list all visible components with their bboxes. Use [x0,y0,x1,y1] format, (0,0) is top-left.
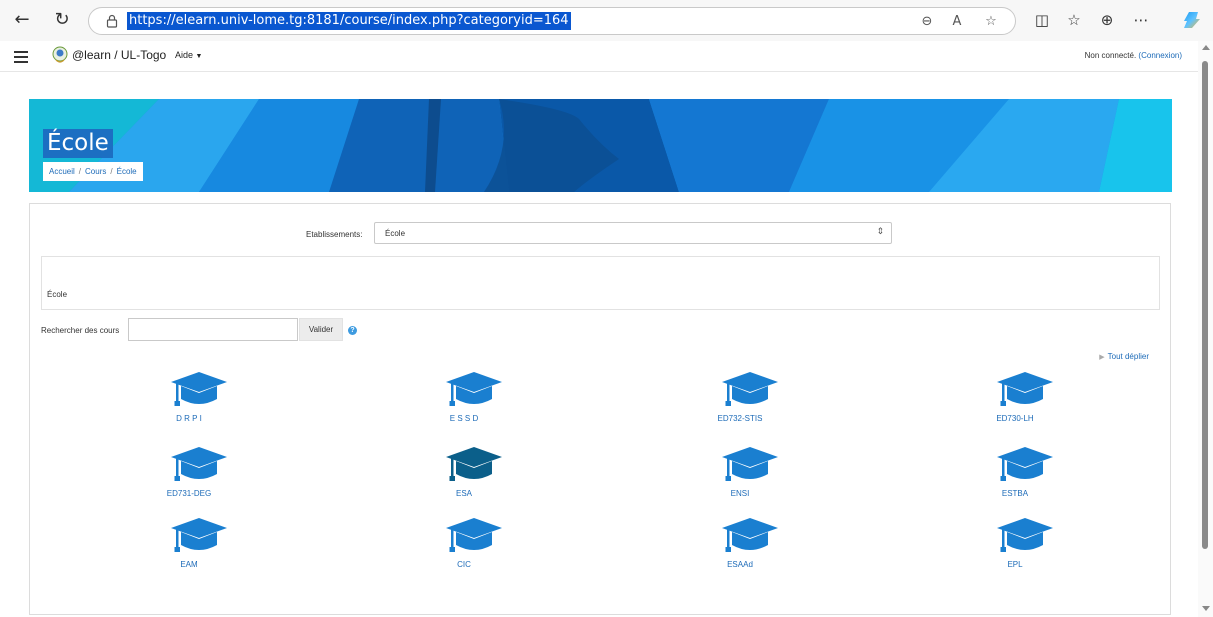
breadcrumb-home[interactable]: Accueil [49,167,75,176]
back-arrow-icon[interactable]: ← [10,8,34,32]
breadcrumb-separator: / [110,167,113,176]
address-bar[interactable]: https://elearn.univ-lome.tg:8181/course/… [88,7,1016,35]
login-status: Non connecté. (Connexion) [1084,51,1182,60]
category-link[interactable]: ESA [394,489,534,498]
category-link[interactable]: EPL [945,560,1085,569]
category-item[interactable]: EPL [945,515,1085,575]
read-aloud-icon[interactable]: A [948,13,966,31]
graduation-cap-icon[interactable] [995,515,1055,555]
site-navbar: @learn / UL-Togo Aide ▼ Non connecté. (C… [0,41,1198,72]
more-icon[interactable]: ⋯ [1130,9,1152,31]
copilot-icon[interactable] [1183,10,1203,30]
help-icon[interactable]: ? [348,326,357,335]
scroll-up-arrow-icon[interactable] [1202,45,1210,50]
graduation-cap-icon[interactable] [169,444,229,484]
page-header-banner: École Accueil / Cours / École [29,99,1172,192]
banner-background-image [29,99,1172,192]
zoom-out-icon[interactable]: ⊖ [918,13,936,31]
scroll-down-arrow-icon[interactable] [1202,606,1210,611]
category-link[interactable]: ED730-LH [945,414,1085,423]
site-brand[interactable]: @learn / UL-Togo [72,48,166,62]
collections-icon[interactable]: ⊕ [1096,9,1118,31]
category-description-text: École [47,290,68,299]
help-menu[interactable]: Aide ▼ [175,50,202,60]
url-text[interactable]: https://elearn.univ-lome.tg:8181/course/… [127,12,571,30]
graduation-cap-icon[interactable] [995,444,1055,484]
category-item[interactable]: EAM [119,515,259,575]
category-link[interactable]: ESTBA [945,489,1085,498]
graduation-cap-icon[interactable] [720,444,780,484]
course-search-label: Rechercher des cours [41,326,120,335]
category-link[interactable]: EAM [119,560,259,569]
browser-toolbar: ← ↻ https://elearn.univ-lome.tg:8181/cou… [0,0,1213,41]
category-select-value[interactable]: École [385,229,405,238]
graduation-cap-icon[interactable] [444,515,504,555]
scroll-thumb[interactable] [1202,61,1208,549]
select-arrows-icon[interactable]: ⇕ [876,227,884,237]
category-item[interactable]: ENSI [670,444,810,504]
category-link[interactable]: ED732-STIS [670,414,810,423]
graduation-cap-icon[interactable] [995,369,1055,409]
split-screen-icon[interactable]: ◫ [1031,9,1053,31]
category-select-label: Etablissements: [306,230,363,239]
menu-toggle-icon[interactable] [14,48,28,64]
category-item[interactable]: ED731-DEG [119,444,259,504]
favorite-star-icon[interactable]: ☆ [982,13,1000,31]
reload-icon[interactable]: ↻ [50,8,74,32]
page-title: École [43,129,113,158]
category-item[interactable]: ED732-STIS [670,369,810,429]
category-description: École [41,256,1160,310]
category-link[interactable]: ESAAd [670,560,810,569]
category-link[interactable]: E S S D [394,414,534,423]
category-item[interactable]: ESAAd [670,515,810,575]
graduation-cap-icon[interactable] [169,369,229,409]
category-item[interactable]: E S S D [394,369,534,429]
category-item[interactable]: ESA [394,444,534,504]
category-item[interactable]: CIC [394,515,534,575]
expand-all-link[interactable]: ▶ Tout déplier [1099,352,1149,361]
category-link[interactable]: CIC [394,560,534,569]
category-link[interactable]: ED731-DEG [119,489,259,498]
category-select[interactable]: École ⇕ [374,222,892,244]
breadcrumb-current[interactable]: École [117,167,137,176]
graduation-cap-icon[interactable] [169,515,229,555]
university-logo-icon[interactable] [52,46,68,64]
category-item[interactable]: D R P I [119,369,259,429]
graduation-cap-icon[interactable] [720,369,780,409]
search-submit-button[interactable]: Valider [299,318,343,341]
course-search-input[interactable] [128,318,298,341]
category-item[interactable]: ESTBA [945,444,1085,504]
page-scrollbar[interactable] [1198,41,1213,617]
graduation-cap-icon[interactable] [720,515,780,555]
favorites-icon[interactable]: ☆ [1063,9,1085,31]
expand-triangle-icon: ▶ [1099,354,1105,361]
category-panel: Etablissements: École ⇕ École Rechercher… [29,203,1171,615]
lock-icon[interactable] [106,14,118,28]
breadcrumb: Accueil / Cours / École [43,162,143,181]
login-link[interactable]: (Connexion) [1138,51,1182,60]
category-item[interactable]: ED730-LH [945,369,1085,429]
breadcrumb-courses[interactable]: Cours [85,167,106,176]
breadcrumb-separator: / [78,167,82,176]
category-link[interactable]: D R P I [119,414,259,423]
category-link[interactable]: ENSI [670,489,810,498]
graduation-cap-icon[interactable] [444,369,504,409]
graduation-cap-icon[interactable] [444,444,504,484]
